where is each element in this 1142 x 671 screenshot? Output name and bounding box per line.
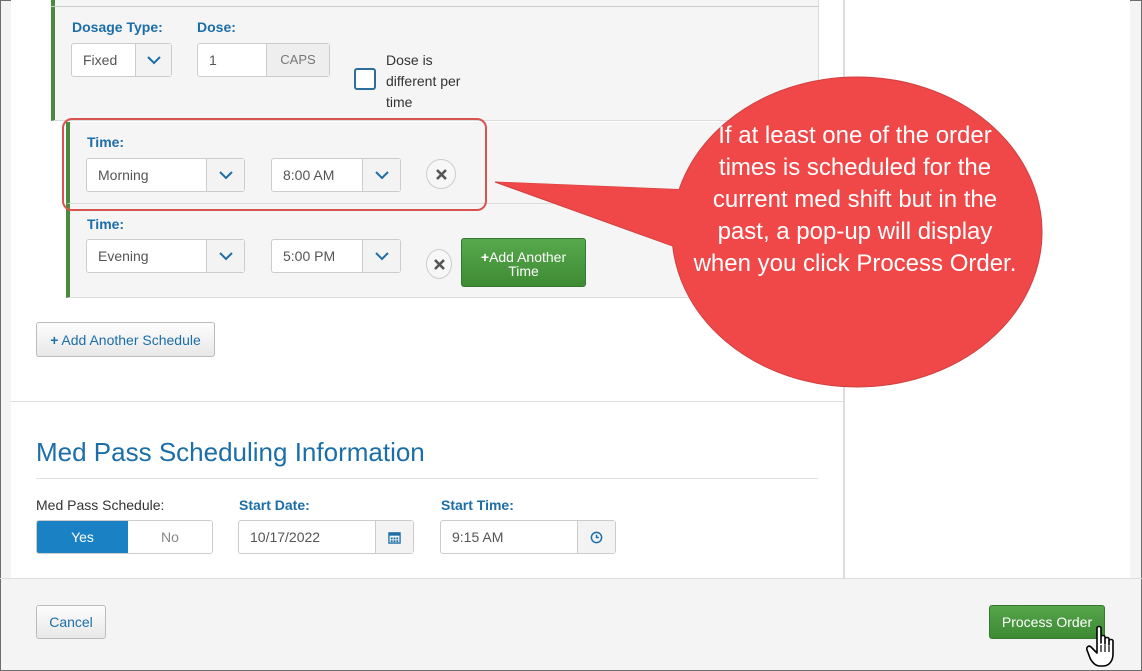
yes-button[interactable]: Yes <box>37 521 128 553</box>
time-period-select[interactable]: Evening <box>86 239 245 273</box>
clock-icon[interactable] <box>577 521 615 553</box>
cancel-label: Cancel <box>49 614 93 630</box>
time-period-value: Evening <box>98 248 149 264</box>
time-select[interactable]: 5:00 PM <box>271 239 401 273</box>
dose-different-label: Dose is different per time <box>386 52 461 110</box>
remove-time-button[interactable] <box>426 249 452 279</box>
dosage-type-select[interactable]: Fixed <box>71 43 172 77</box>
start-date-value: 10/17/2022 <box>250 529 321 545</box>
close-icon <box>433 258 445 270</box>
right-panel <box>844 0 1130 578</box>
section-divider <box>11 401 844 402</box>
dose-different-checkbox[interactable] <box>354 68 376 90</box>
dose-label: Dose: <box>197 19 236 35</box>
dose-input[interactable]: 1 CAPS <box>197 43 330 77</box>
chevron-down-icon <box>206 240 244 272</box>
process-order-label: Process Order <box>1001 614 1093 630</box>
hand-cursor-icon <box>1086 625 1114 667</box>
start-date-label: Start Date: <box>239 497 310 513</box>
calendar-icon[interactable] <box>375 521 413 553</box>
dose-unit: CAPS <box>266 44 329 76</box>
chevron-down-icon <box>362 240 400 272</box>
no-button[interactable]: No <box>128 521 212 553</box>
dosage-type-label: Dosage Type: <box>72 19 163 35</box>
med-pass-toggle: Yes No <box>36 520 213 554</box>
start-time-label: Start Time: <box>441 497 514 513</box>
start-date-input[interactable]: 10/17/2022 <box>238 520 414 554</box>
time-value: 5:00 PM <box>283 248 336 264</box>
add-another-time-button[interactable]: +Add Another Time <box>461 238 586 287</box>
section-title: Med Pass Scheduling Information <box>36 437 425 467</box>
start-time-input[interactable]: 9:15 AM <box>440 520 616 554</box>
add-another-schedule-label: Add Another Schedule <box>61 331 201 348</box>
section-rule <box>36 478 818 479</box>
time-label: Time: <box>87 216 125 232</box>
schedule-top-line <box>51 0 819 7</box>
plus-icon: + <box>480 249 490 265</box>
highlight-box <box>62 118 487 211</box>
add-another-time-line2: Time <box>508 263 539 279</box>
callout-text: If at least one of the order times is sc… <box>693 122 1017 277</box>
start-time-value: 9:15 AM <box>452 529 504 545</box>
plus-icon: + <box>50 331 59 348</box>
cancel-button[interactable]: Cancel <box>36 605 106 639</box>
add-another-schedule-button[interactable]: + Add Another Schedule <box>36 322 215 357</box>
dose-value: 1 <box>209 52 217 68</box>
chevron-down-icon <box>135 44 171 76</box>
med-pass-schedule-label: Med Pass Schedule: <box>36 497 165 513</box>
footer-divider <box>0 578 1142 579</box>
dosage-type-value: Fixed <box>83 52 118 68</box>
